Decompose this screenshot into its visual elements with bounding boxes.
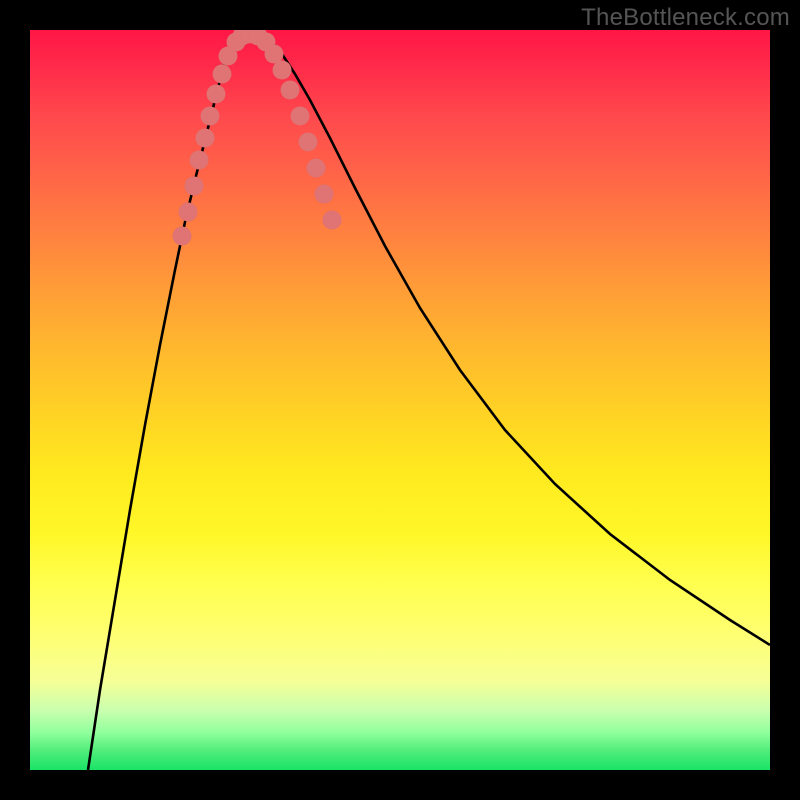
data-dot: [307, 159, 326, 178]
plot-area: [30, 30, 770, 770]
data-dot: [299, 133, 318, 152]
data-dot: [201, 107, 220, 126]
chart-frame: TheBottleneck.com: [0, 0, 800, 800]
curve-layer: [30, 30, 770, 770]
data-dot: [315, 185, 334, 204]
data-dot: [291, 107, 310, 126]
watermark-text: TheBottleneck.com: [581, 4, 790, 32]
data-dot: [281, 81, 300, 100]
data-dot: [185, 177, 204, 196]
data-dot: [196, 129, 215, 148]
data-dot: [323, 211, 342, 230]
data-dot: [273, 61, 292, 80]
right-branch-curve: [260, 33, 770, 645]
data-dot: [190, 151, 209, 170]
data-dot: [173, 227, 192, 246]
data-dot: [207, 85, 226, 104]
data-dot: [179, 203, 198, 222]
data-dots: [173, 30, 342, 246]
left-branch-curve: [88, 33, 240, 770]
data-dot: [213, 65, 232, 84]
